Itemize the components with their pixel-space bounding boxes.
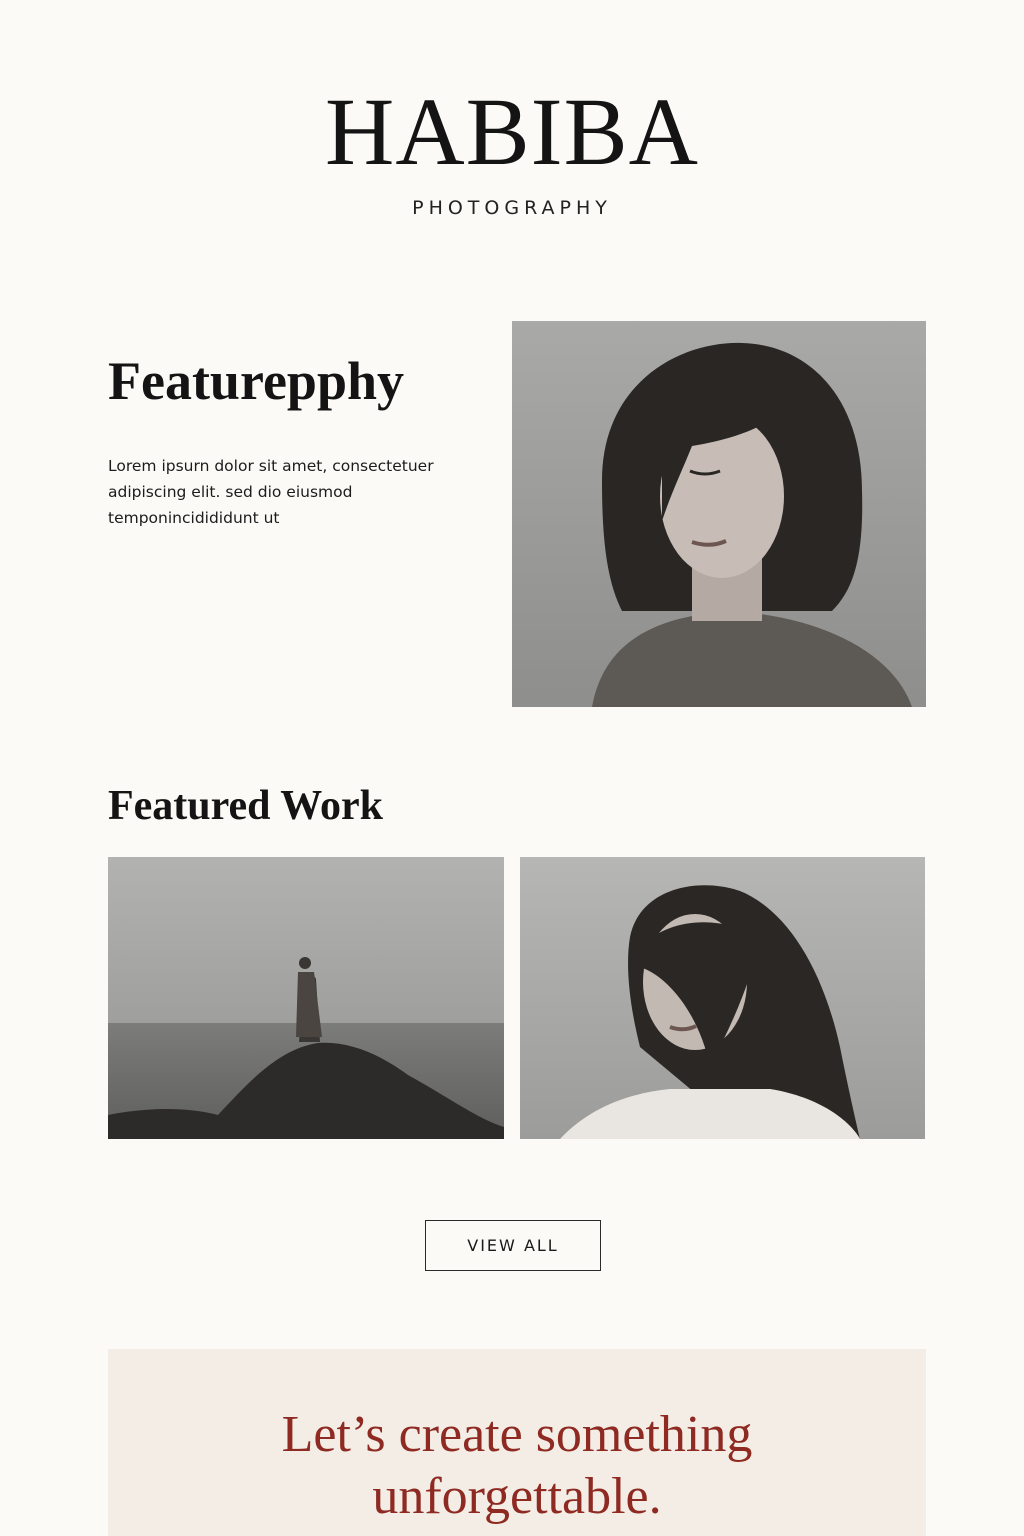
hero-title: Featurepphy	[108, 351, 405, 411]
windswept-portrait-image	[520, 857, 925, 1139]
view-all-button[interactable]: VIEW ALL	[425, 1220, 601, 1271]
work-photo-windswept[interactable]	[520, 857, 925, 1139]
portrait-image	[512, 321, 926, 707]
brand-tagline: PHOTOGRAPHY	[412, 197, 612, 219]
cta-line-2: unforgettable.	[372, 1468, 662, 1525]
hero-portrait-photo[interactable]	[512, 321, 926, 707]
hero-description: Lorem ipsurn dolor sit amet, consectetue…	[108, 457, 434, 527]
featured-work-title: Featured Work	[108, 783, 383, 829]
work-photo-cliff[interactable]	[108, 857, 504, 1139]
cliff-image	[108, 857, 504, 1139]
cta-heading: Let’s create something unforgettable.	[108, 1404, 926, 1528]
cta-line-1: Let’s create something	[281, 1406, 753, 1463]
brand-logo[interactable]: HABIBA	[0, 84, 1024, 180]
